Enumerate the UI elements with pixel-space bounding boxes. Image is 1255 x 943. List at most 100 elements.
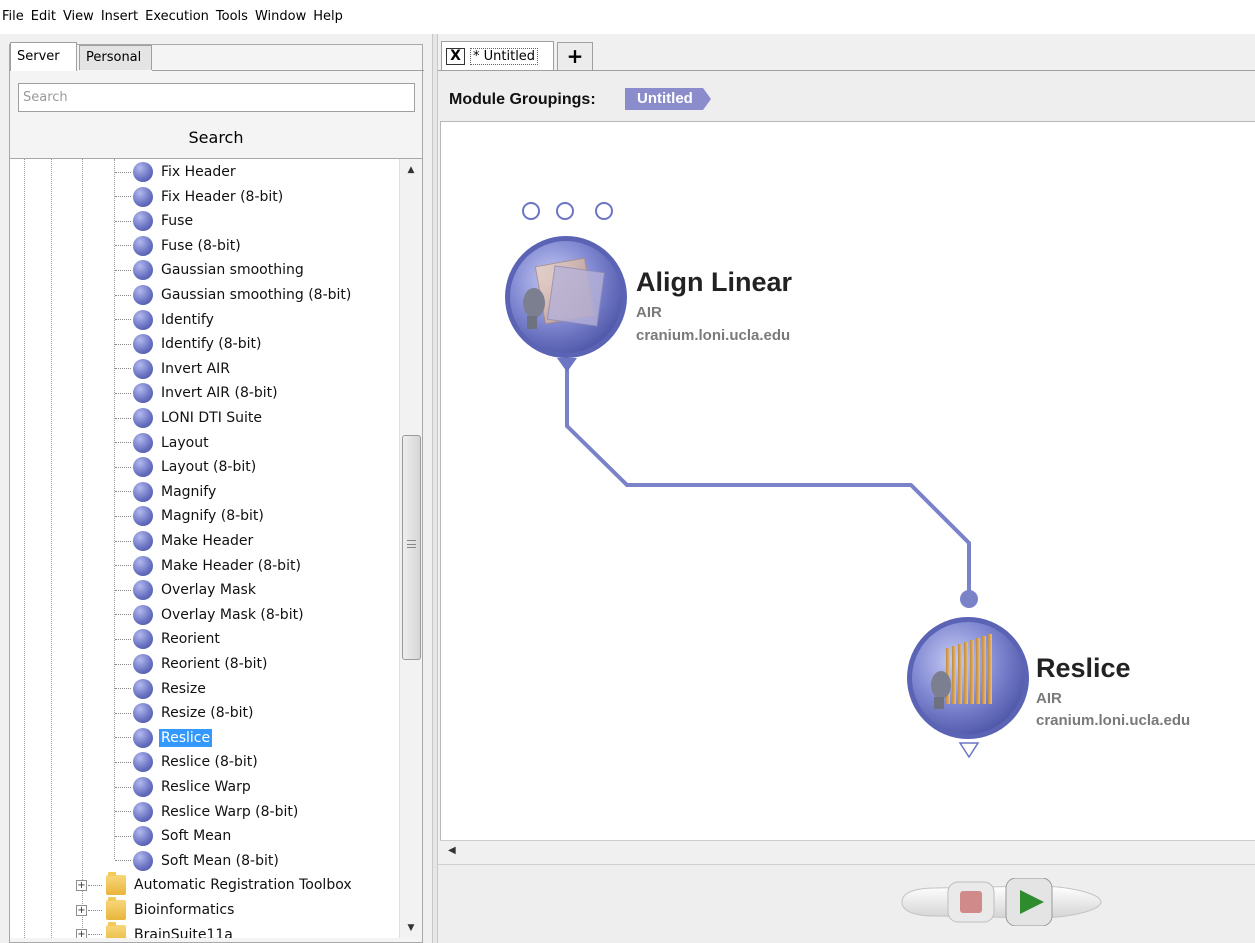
breadcrumb-untitled[interactable]: Untitled: [625, 88, 703, 110]
tree-item[interactable]: Fuse (8-bit): [115, 234, 243, 258]
tree-item[interactable]: Fix Header: [115, 160, 238, 184]
module-icon: [133, 186, 153, 207]
tree-connector: [115, 171, 131, 173]
tree-item-label: Gaussian smoothing: [161, 262, 304, 279]
tree-item[interactable]: Fuse: [115, 209, 195, 233]
tree-item[interactable]: Reslice (8-bit): [115, 750, 260, 774]
tree-item[interactable]: Magnify (8-bit): [115, 504, 266, 528]
workflow-graph: [505, 202, 1029, 759]
tree-item[interactable]: Layout (8-bit): [115, 455, 258, 479]
tree-folder-label: BrainSuite11a: [134, 926, 233, 938]
menu-help[interactable]: Help: [313, 9, 343, 24]
tree-item-label: Make Header (8-bit): [161, 557, 301, 574]
tree-connector: [115, 712, 131, 714]
tree-item[interactable]: Fix Header (8-bit): [115, 185, 285, 209]
canvas-hscrollbar[interactable]: ◀: [440, 840, 1255, 862]
expand-icon[interactable]: +: [76, 929, 87, 938]
tab-divider: [152, 70, 424, 71]
tree-item[interactable]: Soft Mean: [115, 824, 233, 848]
tree-item[interactable]: Magnify: [115, 480, 218, 504]
module-icon: [133, 555, 153, 576]
tree-item[interactable]: Invert AIR (8-bit): [115, 381, 280, 405]
module-icon: [133, 211, 153, 232]
tree-item[interactable]: Layout: [115, 431, 211, 455]
tab-untitled[interactable]: X * Untitled: [441, 41, 554, 70]
tree-item[interactable]: Identify: [115, 308, 216, 332]
groupings-label: Module Groupings:: [449, 91, 596, 108]
input-port-icon: [556, 202, 574, 220]
module-icon: [133, 752, 153, 773]
tree-item[interactable]: LONI DTI Suite: [115, 406, 264, 430]
scroll-down-icon[interactable]: ▼: [400, 917, 422, 938]
tree-connector: [115, 515, 131, 517]
expand-icon[interactable]: +: [76, 904, 87, 916]
tree-item[interactable]: Soft Mean (8-bit): [115, 849, 281, 873]
module-icon: [133, 162, 153, 182]
search-button[interactable]: Search: [140, 128, 292, 147]
close-icon[interactable]: X: [446, 47, 465, 65]
tree-item[interactable]: Reorient: [115, 627, 222, 651]
tree-item-label: Overlay Mask (8-bit): [161, 606, 304, 623]
menu-window[interactable]: Window: [255, 9, 306, 24]
expand-icon[interactable]: +: [76, 879, 87, 891]
tree-item[interactable]: Resize: [115, 677, 208, 701]
tree-item[interactable]: Invert AIR: [115, 357, 232, 381]
tree-folder[interactable]: + BrainSuite11a: [76, 921, 235, 938]
tree-connector: [115, 368, 131, 370]
tab-server[interactable]: Server: [10, 42, 77, 71]
menu-execution[interactable]: Execution: [145, 9, 209, 24]
scroll-left-icon[interactable]: ◀: [448, 845, 456, 856]
tree-item[interactable]: Overlay Mask: [115, 578, 258, 602]
module-icon: [133, 309, 153, 330]
tree-item-label: Fix Header (8-bit): [161, 188, 284, 205]
tree-item[interactable]: Reorient (8-bit): [115, 652, 270, 676]
add-tab-button[interactable]: +: [557, 42, 593, 70]
breadcrumb[interactable]: Untitled: [625, 88, 711, 110]
tab-title: * Untitled: [470, 47, 539, 65]
module-icon: [133, 506, 153, 527]
tree-item[interactable]: Resize (8-bit): [115, 701, 255, 725]
menu-view[interactable]: View: [63, 9, 94, 24]
tree-item-label: Layout (8-bit): [161, 459, 257, 476]
tree-connector: [115, 269, 131, 271]
tree-item[interactable]: Reslice: [115, 726, 213, 750]
tree-item-label: Soft Mean: [161, 828, 232, 845]
tree-folder[interactable]: + Bioinformatics: [76, 897, 236, 922]
menu-file[interactable]: File: [2, 9, 24, 24]
tree-item[interactable]: Overlay Mask (8-bit): [115, 603, 306, 627]
tree-connector: [115, 294, 131, 296]
tree-item-label: Reorient (8-bit): [161, 656, 268, 672]
tree-item-label: Resize: [161, 680, 206, 697]
tree-item[interactable]: Reslice Warp (8-bit): [115, 800, 300, 824]
module-icon: [133, 604, 153, 625]
tab-personal[interactable]: Personal: [79, 45, 152, 70]
module-icon: [133, 580, 153, 601]
tree-connector: [115, 761, 131, 763]
search-input[interactable]: [18, 83, 415, 112]
tree-item[interactable]: Make Header (8-bit): [115, 554, 303, 578]
module-icon: [133, 235, 153, 256]
tree-item-label: Overlay Mask: [161, 582, 256, 599]
tree-folder-label: Automatic Registration Toolbox: [134, 877, 352, 894]
stop-button[interactable]: [947, 881, 995, 923]
run-button[interactable]: [1005, 878, 1053, 926]
tree-item[interactable]: Make Header: [115, 529, 255, 553]
workflow-canvas[interactable]: Align Linear AIR cranium.loni.ucla.edu R…: [440, 121, 1255, 843]
menu-insert[interactable]: Insert: [101, 9, 138, 24]
module-icon: [133, 801, 153, 822]
tree-guide-line: [51, 159, 52, 938]
tree-item-label: Fuse: [161, 213, 194, 230]
module-package: AIR: [1036, 690, 1062, 707]
scroll-up-icon[interactable]: ▲: [400, 159, 422, 181]
output-port-icon: [557, 358, 577, 372]
tree-item[interactable]: Gaussian smoothing (8-bit): [115, 283, 353, 307]
module-icon: [133, 285, 153, 305]
menu-tools[interactable]: Tools: [216, 9, 248, 24]
tree-item[interactable]: Gaussian smoothing: [115, 258, 306, 282]
menu-edit[interactable]: Edit: [31, 9, 56, 24]
tree-item[interactable]: Reslice Warp: [115, 775, 253, 799]
tree-item[interactable]: Identify (8-bit): [115, 332, 263, 356]
tree-folder[interactable]: + Automatic Registration Toolbox: [76, 872, 354, 897]
scroll-thumb[interactable]: [402, 435, 421, 660]
tree-scrollbar[interactable]: ▲ ▼: [399, 159, 422, 938]
